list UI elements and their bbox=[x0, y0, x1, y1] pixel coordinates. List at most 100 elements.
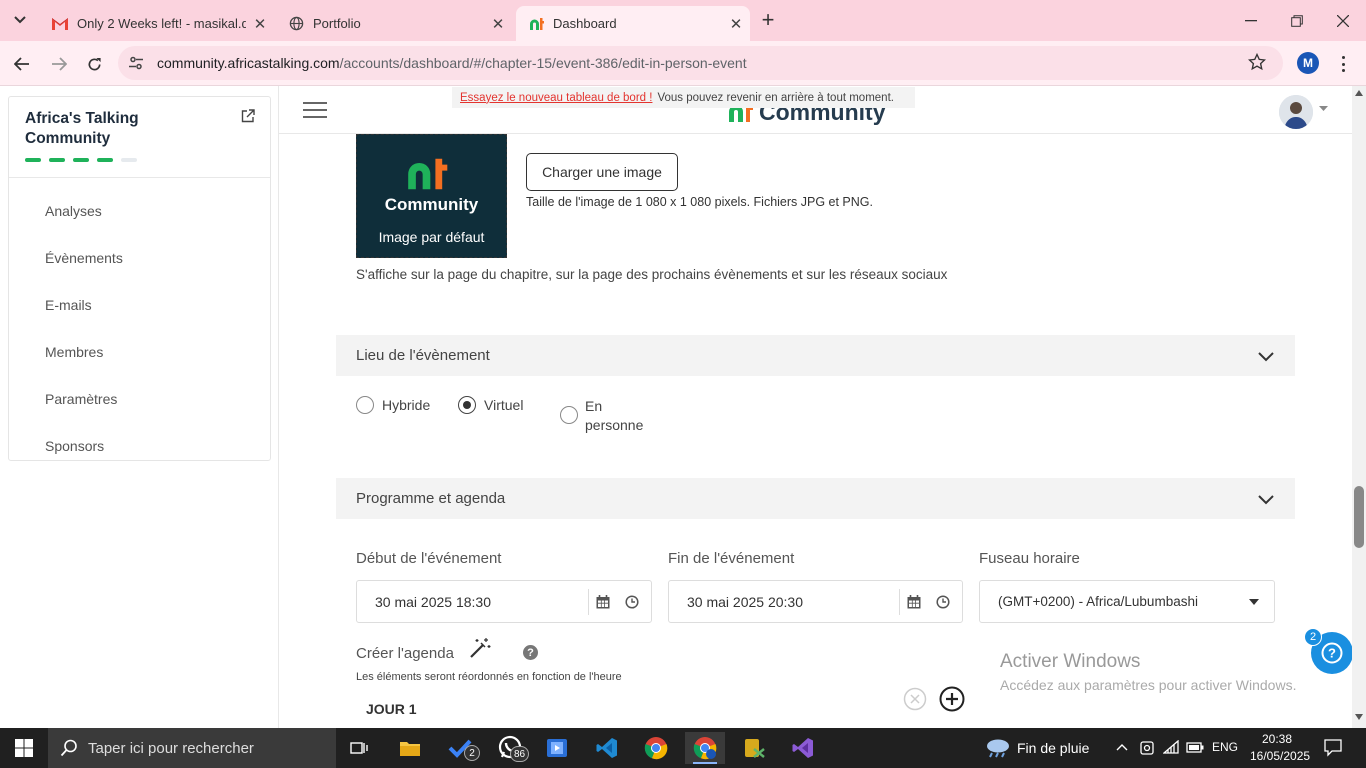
start-date-input[interactable]: 30 mai 2025 18:30 bbox=[356, 580, 652, 623]
progress-step bbox=[49, 158, 65, 162]
banner-text: Vous pouvez revenir en arrière à tout mo… bbox=[657, 91, 894, 104]
sidebar-item-analyses[interactable]: Analyses bbox=[45, 203, 102, 219]
main-content: Community Essayez le nouveau tableau de … bbox=[279, 86, 1352, 728]
show-hidden-icons-icon[interactable] bbox=[1116, 743, 1128, 751]
radio-label-hybride[interactable]: Hybride bbox=[382, 397, 430, 413]
weather-widget[interactable]: Fin de pluie bbox=[985, 728, 1089, 768]
timezone-label: Fuseau horaire bbox=[979, 550, 1080, 567]
wifi-icon[interactable] bbox=[1163, 740, 1179, 754]
media-player-icon[interactable] bbox=[537, 732, 577, 764]
africastalking-icon bbox=[528, 16, 544, 32]
chevron-down-icon[interactable] bbox=[1319, 106, 1328, 112]
task-view-icon[interactable] bbox=[340, 732, 380, 764]
browser-tab-portfolio[interactable]: Portfolio ✕ bbox=[276, 6, 512, 41]
battery-icon[interactable] bbox=[1186, 742, 1204, 753]
visual-studio-icon[interactable] bbox=[783, 732, 823, 764]
close-window-button[interactable] bbox=[1320, 0, 1366, 41]
radio-virtuel[interactable] bbox=[458, 396, 476, 414]
file-explorer-icon[interactable] bbox=[390, 732, 430, 764]
bookmark-star-icon[interactable] bbox=[1247, 52, 1267, 76]
calendar-icon[interactable] bbox=[907, 595, 921, 609]
upload-image-button[interactable]: Charger une image bbox=[526, 153, 678, 191]
browser-tab-dashboard[interactable]: Dashboard ✕ bbox=[516, 6, 750, 41]
whatsapp-badge: 86 bbox=[510, 746, 530, 762]
radio-label-virtuel[interactable]: Virtuel bbox=[484, 397, 523, 413]
timezone-select[interactable]: (GMT+0200) - Africa/Lubumbashi bbox=[979, 580, 1275, 623]
hamburger-menu-icon[interactable] bbox=[303, 102, 327, 118]
clock-icon[interactable] bbox=[936, 595, 950, 609]
restore-icon bbox=[1291, 14, 1303, 27]
tab-title: Portfolio bbox=[313, 16, 361, 31]
browser-menu-icon[interactable] bbox=[1336, 53, 1350, 75]
chevron-down-icon bbox=[14, 16, 26, 24]
site-info-icon[interactable] bbox=[128, 55, 144, 76]
language-indicator[interactable]: ENG bbox=[1212, 740, 1238, 754]
sidebar-item-emails[interactable]: E-mails bbox=[45, 297, 92, 313]
new-dashboard-link[interactable]: Essayez le nouveau tableau de bord ! bbox=[460, 92, 652, 104]
browser-tab-gmail[interactable]: Only 2 Weeks left! - masikal.dro ✕ bbox=[40, 6, 274, 41]
new-tab-button[interactable]: + bbox=[757, 7, 779, 32]
close-tab-icon[interactable]: ✕ bbox=[246, 15, 274, 33]
restore-button[interactable] bbox=[1274, 0, 1320, 41]
radio-label-en-personne[interactable]: En personne bbox=[585, 397, 647, 435]
chrome-icon[interactable] bbox=[636, 732, 676, 764]
event-image-preview[interactable]: Community Image par défaut bbox=[356, 134, 507, 258]
sidebar-divider bbox=[9, 177, 270, 178]
external-link-icon[interactable] bbox=[241, 109, 255, 128]
scroll-down-arrow-icon[interactable] bbox=[1355, 714, 1363, 720]
db-tools-icon[interactable] bbox=[734, 732, 774, 764]
sidebar-item-parametres[interactable]: Paramètres bbox=[45, 391, 117, 407]
sidebar-item-membres[interactable]: Membres bbox=[45, 344, 103, 360]
scroll-up-arrow-icon[interactable] bbox=[1355, 90, 1363, 96]
help-widget-badge: 2 bbox=[1304, 628, 1322, 646]
close-tab-icon[interactable]: ✕ bbox=[722, 15, 750, 33]
clock-time[interactable]: 20:38 bbox=[1262, 732, 1292, 746]
chrome-profile-icon[interactable] bbox=[685, 732, 725, 764]
community-title: Africa's Talking Community bbox=[25, 110, 139, 147]
minimize-icon bbox=[1245, 19, 1257, 21]
camera-app-icon[interactable] bbox=[1140, 741, 1154, 755]
chevron-down-icon bbox=[1258, 352, 1274, 362]
sidebar-item-evenements[interactable]: Évènements bbox=[45, 250, 123, 266]
minimize-button[interactable] bbox=[1228, 0, 1274, 41]
help-icon[interactable]: ? bbox=[523, 645, 538, 660]
radio-en-personne[interactable] bbox=[560, 406, 578, 424]
taskbar-search-box[interactable]: Taper ici pour rechercher bbox=[48, 728, 336, 768]
clock-icon[interactable] bbox=[625, 595, 639, 609]
tab-search-button[interactable] bbox=[8, 10, 32, 30]
remove-day-icon[interactable] bbox=[903, 687, 927, 711]
profile-avatar[interactable]: M bbox=[1297, 52, 1319, 74]
url-text[interactable]: community.africastalking.com/accounts/da… bbox=[157, 55, 747, 71]
address-bar[interactable]: community.africastalking.com/accounts/da… bbox=[118, 46, 1283, 80]
close-tab-icon[interactable]: ✕ bbox=[484, 15, 512, 33]
add-day-icon[interactable] bbox=[939, 686, 965, 712]
end-date-input[interactable]: 30 mai 2025 20:30 bbox=[668, 580, 963, 623]
magic-wand-icon[interactable] bbox=[469, 637, 491, 659]
sidebar-item-sponsors[interactable]: Sponsors bbox=[45, 438, 104, 454]
section-title: Programme et agenda bbox=[356, 490, 506, 507]
location-accordion-header[interactable]: Lieu de l'évènement bbox=[336, 335, 1295, 376]
page-scrollbar[interactable] bbox=[1352, 86, 1366, 728]
calendar-icon[interactable] bbox=[596, 595, 610, 609]
back-button[interactable] bbox=[8, 50, 36, 78]
lifebuoy-icon: ? bbox=[1321, 642, 1343, 664]
day-label: JOUR 1 bbox=[366, 701, 417, 717]
notifications-icon[interactable] bbox=[1324, 739, 1342, 757]
todo-app-icon[interactable]: 2 bbox=[440, 732, 480, 764]
scrollbar-thumb[interactable] bbox=[1354, 486, 1364, 548]
progress-step bbox=[73, 158, 89, 162]
section-title: Lieu de l'évènement bbox=[356, 347, 490, 364]
radio-hybride[interactable] bbox=[356, 396, 374, 414]
forward-button[interactable] bbox=[45, 50, 73, 78]
user-avatar[interactable] bbox=[1279, 95, 1313, 129]
schedule-accordion-header[interactable]: Programme et agenda bbox=[336, 478, 1295, 519]
reload-button[interactable] bbox=[80, 50, 108, 78]
timezone-value: (GMT+0200) - Africa/Lubumbashi bbox=[998, 594, 1198, 609]
start-button[interactable] bbox=[4, 732, 44, 764]
taskbar-search-placeholder: Taper ici pour rechercher bbox=[88, 739, 254, 757]
whatsapp-icon[interactable]: 86 bbox=[490, 732, 530, 764]
dropdown-arrow-icon bbox=[1249, 599, 1259, 605]
vscode-icon[interactable] bbox=[587, 732, 627, 764]
clock-date[interactable]: 16/05/2025 bbox=[1250, 749, 1310, 763]
end-date-label: Fin de l'événement bbox=[668, 550, 795, 567]
